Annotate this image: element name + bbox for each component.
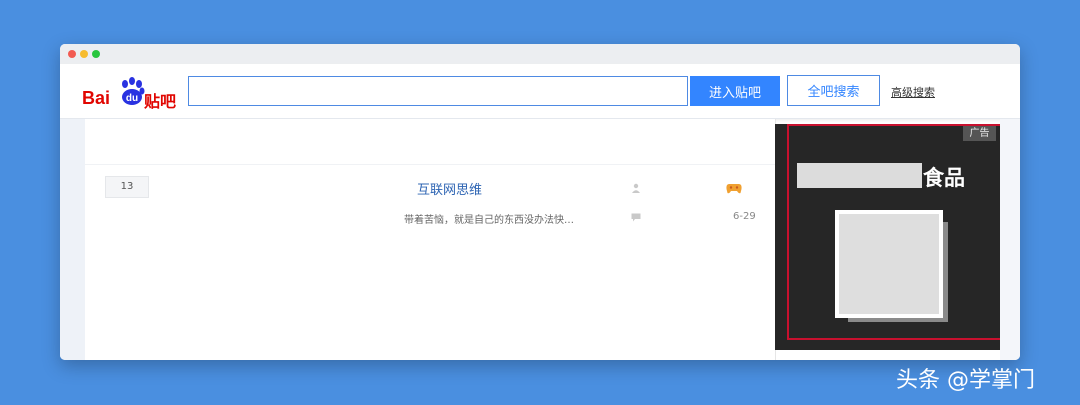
- tieba-header: Bai du 贴吧 进入贴吧 全吧搜索 高级搜索: [60, 64, 1020, 119]
- thread-date: 6-29: [733, 211, 756, 222]
- baidu-tieba-logo[interactable]: Bai du 贴吧: [82, 76, 182, 111]
- author-icon: [632, 183, 640, 193]
- reply-icon: [631, 213, 641, 222]
- close-window-button[interactable]: [68, 50, 76, 58]
- maximize-window-button[interactable]: [92, 50, 100, 58]
- advertisement-panel[interactable]: 广告 食品: [775, 124, 1007, 350]
- logo-text-tieba: 贴吧: [144, 92, 177, 111]
- search-all-tieba-button[interactable]: 全吧搜索: [787, 75, 880, 106]
- ad-title: 食品: [923, 166, 965, 190]
- minimize-window-button[interactable]: [80, 50, 88, 58]
- baidu-paw-icon: du: [122, 77, 145, 105]
- enter-tieba-button[interactable]: 进入贴吧: [690, 76, 780, 106]
- ad-title-redacted: [797, 163, 922, 188]
- logo-text-bai: Bai: [82, 88, 111, 108]
- left-sidebar-strip: [60, 119, 85, 360]
- advanced-search-link[interactable]: 高级搜索: [891, 84, 935, 100]
- list-divider: [85, 164, 775, 165]
- logo-text-du: du: [126, 93, 138, 104]
- ad-product-image[interactable]: [835, 210, 943, 318]
- window-titlebar: [60, 44, 1020, 64]
- watermark: 头条 @学掌门: [896, 368, 1035, 393]
- game-icon[interactable]: [726, 182, 742, 194]
- browser-window: Bai du 贴吧 进入贴吧 全吧搜索 高级搜索 13 互联网思维 带着苦恼，就…: [60, 44, 1020, 360]
- thread-excerpt: 带着苦恼，就是自己的东西没办法快…: [404, 215, 574, 226]
- right-edge-strip: [1000, 119, 1020, 360]
- search-input[interactable]: [188, 76, 688, 106]
- reply-count-badge: 13: [105, 176, 149, 198]
- thread-title-link[interactable]: 互联网思维: [417, 179, 482, 198]
- ad-label-badge: 广告: [963, 126, 996, 141]
- thread-list: 13 互联网思维 带着苦恼，就是自己的东西没办法快… 6-29: [85, 119, 776, 360]
